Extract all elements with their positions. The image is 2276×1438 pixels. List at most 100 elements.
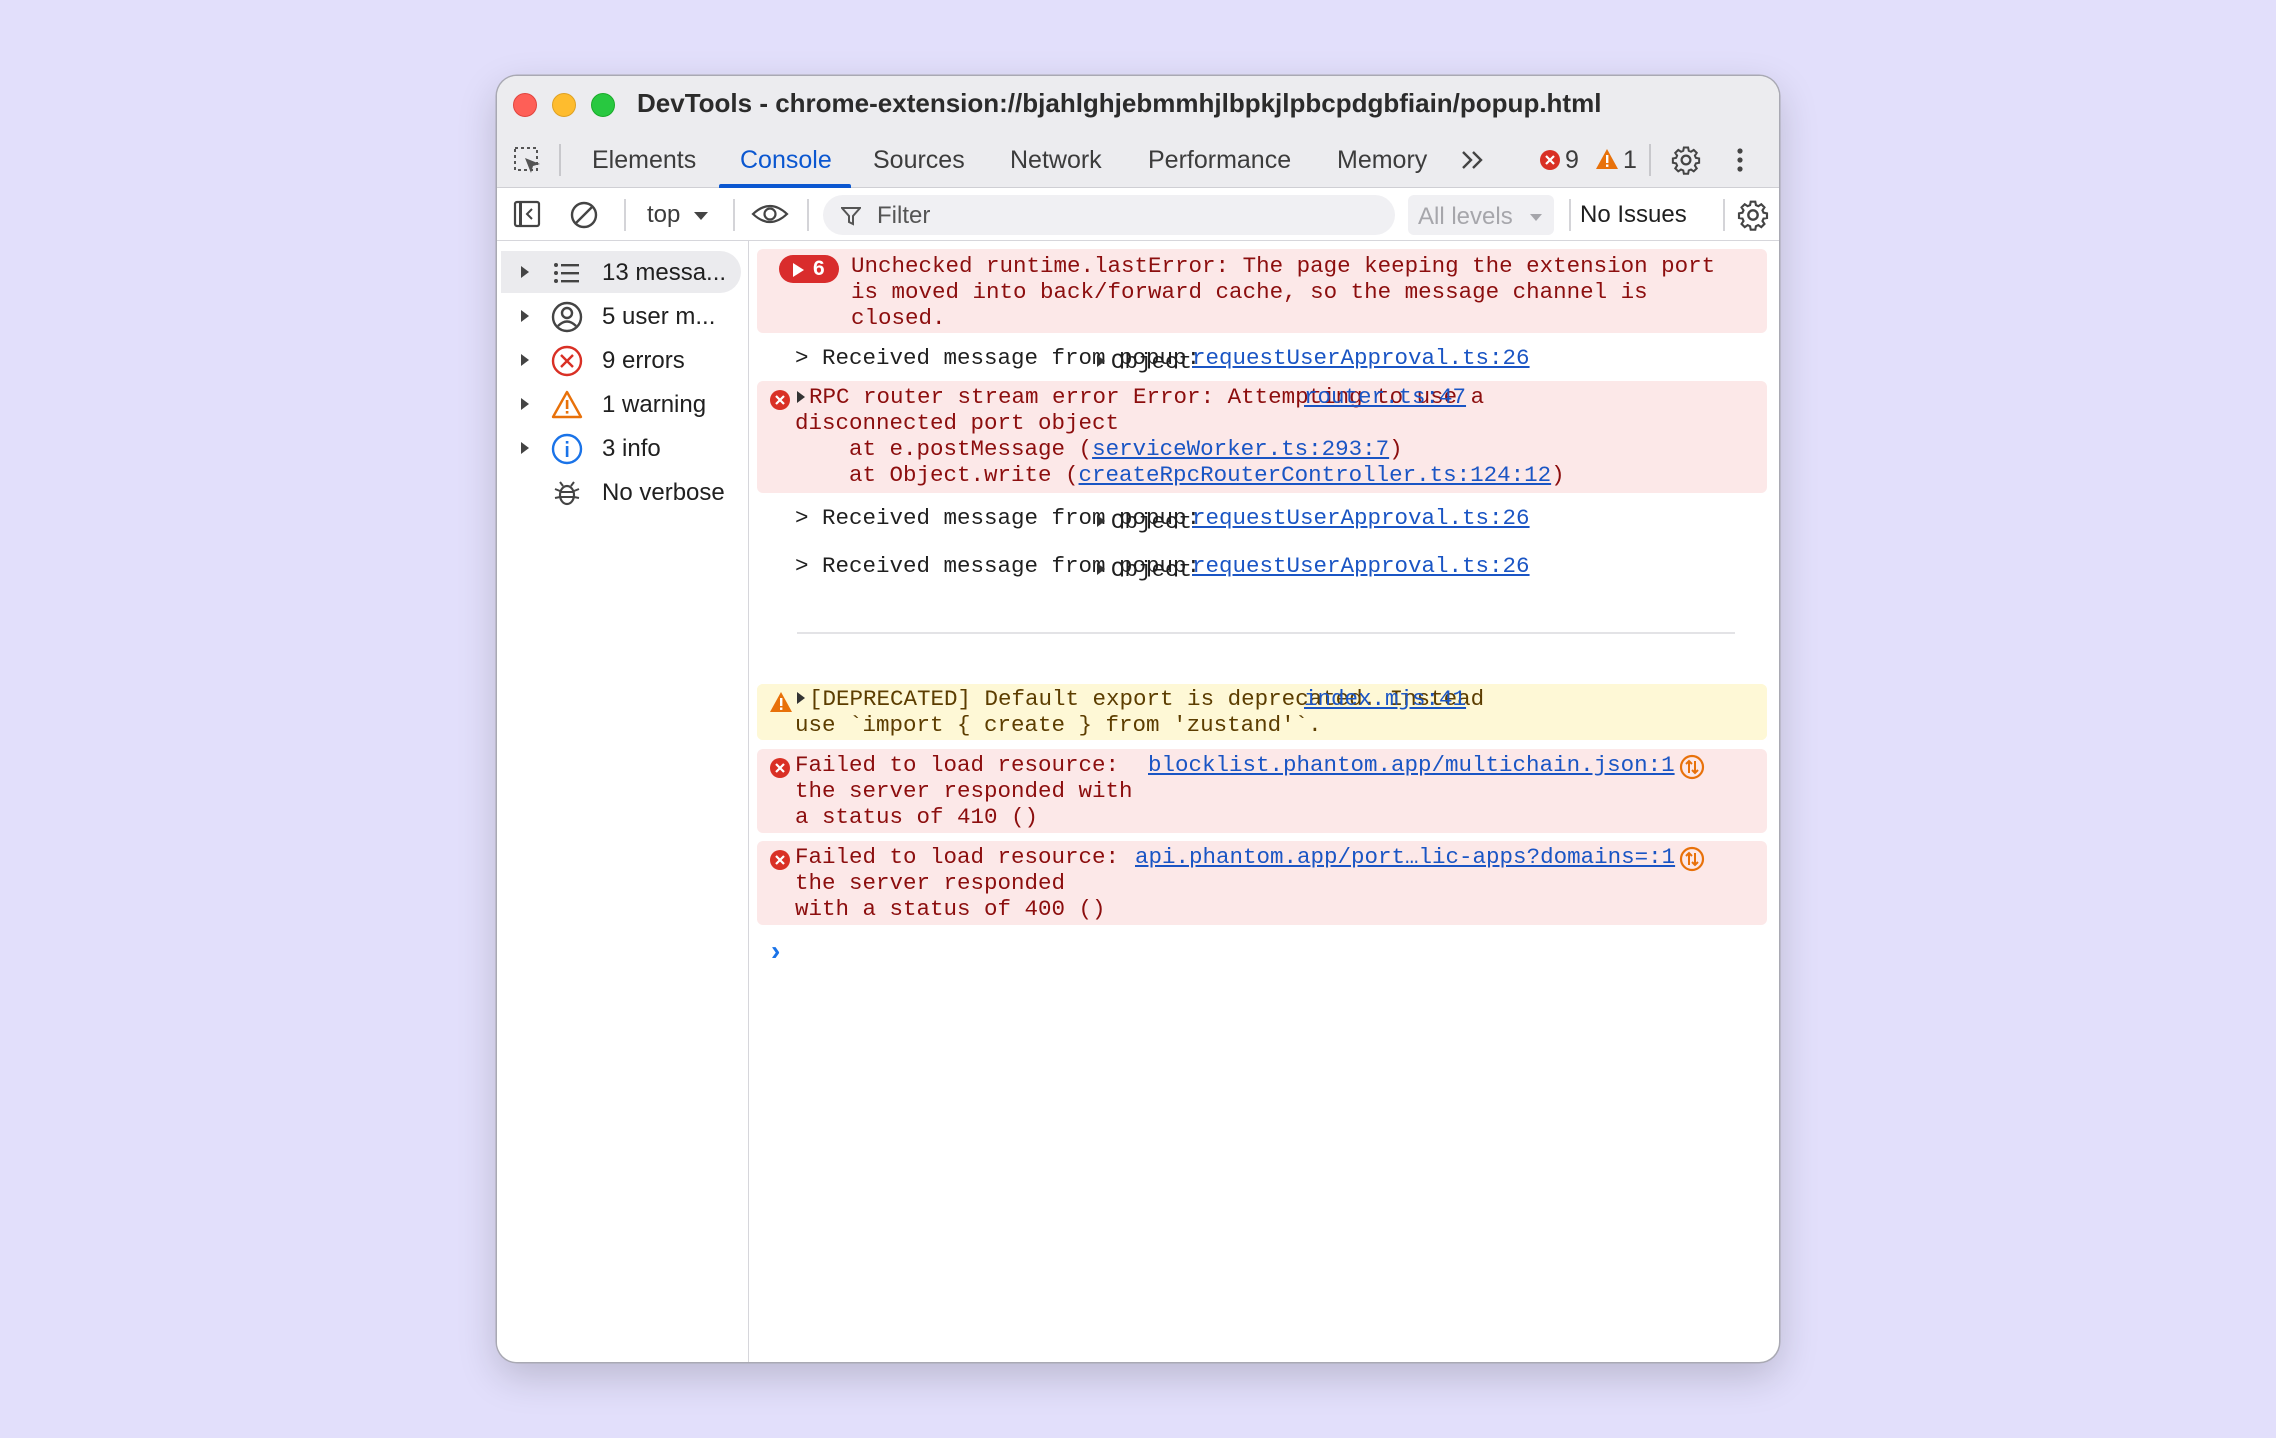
stack-frame-link[interactable]: createRpcRouterController.ts:124:12 (1079, 462, 1552, 488)
resource-link[interactable]: api.phantom.app/port…lic-apps?domains=:1 (1135, 844, 1675, 870)
expand-triangle-icon[interactable] (521, 442, 529, 454)
warning-icon (770, 692, 792, 712)
stack-frame-text: ) (1389, 436, 1403, 462)
console-log-message[interactable]: > Received message from popup: Object re… (757, 337, 1767, 377)
panel-tab-bar: Elements Console Sources Network Perform… (497, 132, 1779, 188)
message-line: is moved into back/forward cache, so the… (851, 279, 1648, 305)
message-line: Failed to load resource: (795, 844, 1120, 870)
repeat-count-badge[interactable]: 6 (779, 255, 839, 283)
issues-button[interactable]: No Issues (1580, 201, 1687, 229)
expand-triangle-icon[interactable] (521, 354, 529, 366)
live-expression-eye-icon[interactable] (751, 202, 789, 226)
filter-placeholder: Filter (877, 202, 931, 229)
sidebar-item-label: 1 warning (602, 391, 707, 418)
more-tabs-icon[interactable] (1459, 148, 1487, 172)
clear-console-icon[interactable] (569, 200, 599, 230)
warning-icon (551, 390, 583, 419)
zoom-window-button[interactable] (591, 93, 615, 117)
sidebar-item-label: 9 errors (602, 347, 685, 374)
devtools-window: DevTools - chrome-extension://bjahlghjeb… (497, 76, 1779, 1362)
network-request-icon[interactable] (1679, 846, 1705, 872)
console-warning-row[interactable]: [DEPRECATED] Default export is deprecate… (757, 684, 1767, 740)
console-error-message[interactable]: Failed to load resource: api.phantom.app… (757, 841, 1767, 925)
source-link[interactable]: requestUserApproval.ts:26 (1192, 553, 1530, 579)
log-levels-label: All levels (1418, 203, 1513, 230)
more-options-icon[interactable] (1735, 146, 1745, 174)
stack-frame: at e.postMessage ( serviceWorker.ts:293:… (795, 436, 1403, 462)
network-request-icon[interactable] (1679, 754, 1705, 780)
inspect-element-icon[interactable] (513, 146, 543, 176)
message-line: a status of 410 () (795, 804, 1039, 830)
stack-frame-text: ) (1551, 462, 1565, 488)
expand-object-triangle-icon[interactable] (1097, 563, 1105, 575)
tab-elements[interactable]: Elements (592, 146, 696, 175)
tab-memory[interactable]: Memory (1337, 146, 1427, 175)
context-selector[interactable]: top (647, 201, 680, 229)
console-error-message[interactable]: RPC router stream error Error: Attemptin… (757, 381, 1767, 493)
sidebar-item-errors[interactable]: 9 errors (497, 339, 749, 381)
message-divider (797, 632, 1735, 634)
bug-icon (554, 481, 580, 506)
sidebar-item-label: 13 messa... (602, 259, 727, 286)
sidebar-item-label: 5 user m... (602, 303, 716, 330)
expand-triangle-icon[interactable] (521, 266, 529, 278)
sidebar-item-user-messages[interactable]: 5 user m... (497, 295, 749, 337)
stack-frame-text: at e.postMessage ( (795, 436, 1093, 462)
source-link[interactable]: router.ts:47 (1304, 384, 1466, 410)
tab-sources[interactable]: Sources (873, 146, 965, 175)
expand-object-triangle-icon[interactable] (1097, 355, 1105, 367)
settings-gear-icon[interactable] (1671, 145, 1701, 175)
console-sidebar: 13 messa... 5 user m... 9 errors 1 warni… (497, 241, 749, 1362)
toggle-sidebar-icon[interactable] (513, 200, 541, 228)
message-line: use `import { create } from 'zustand'`. (795, 712, 1322, 738)
repeat-count: 6 (813, 257, 825, 280)
message-line: disconnected port object (795, 410, 1120, 436)
expand-object-triangle-icon[interactable] (1097, 515, 1105, 527)
sidebar-item-label: 3 info (602, 435, 661, 462)
filter-funnel-icon (841, 207, 861, 226)
console-settings-gear-icon[interactable] (1737, 199, 1769, 231)
error-count[interactable]: 9 (1565, 146, 1579, 175)
object-preview[interactable]: Object (1111, 557, 1192, 583)
object-preview[interactable]: Object (1111, 509, 1192, 535)
warning-count-icon[interactable] (1595, 148, 1619, 170)
tab-network[interactable]: Network (1010, 146, 1102, 175)
expand-warning-triangle-icon[interactable] (797, 692, 805, 704)
stack-frame: at Object.write ( createRpcRouterControl… (795, 462, 1565, 488)
message-line: the server responded with (795, 778, 1133, 804)
resource-link[interactable]: blocklist.phantom.app/multichain.json:1 (1148, 752, 1675, 778)
chevron-down-icon[interactable] (693, 211, 709, 221)
console-log-message[interactable]: > Received message from popup: Object re… (757, 545, 1767, 589)
stack-frame-link[interactable]: serviceWorker.ts:293:7 (1092, 436, 1389, 462)
list-icon (554, 263, 579, 283)
close-window-button[interactable] (513, 93, 537, 117)
expand-stack-triangle-icon[interactable] (797, 391, 805, 403)
levels-chevron-down-icon (1530, 214, 1542, 221)
console-error-message[interactable]: 6 Unchecked runtime.lastError: The page … (757, 249, 1767, 333)
expand-triangle-icon[interactable] (521, 398, 529, 410)
log-levels-dropdown[interactable]: All levels (1408, 195, 1554, 235)
sidebar-item-warnings[interactable]: 1 warning (497, 383, 749, 425)
minimize-window-button[interactable] (552, 93, 576, 117)
message-line: with a status of 400 () (795, 896, 1106, 922)
tab-performance[interactable]: Performance (1148, 146, 1291, 175)
console-error-message[interactable]: Failed to load resource: blocklist.phant… (757, 749, 1767, 833)
warning-count[interactable]: 1 (1623, 146, 1637, 175)
expand-triangle-icon[interactable] (521, 310, 529, 322)
title-bar: DevTools - chrome-extension://bjahlghjeb… (497, 76, 1779, 132)
source-link[interactable]: requestUserApproval.ts:26 (1192, 505, 1530, 531)
error-count-icon[interactable] (1539, 149, 1561, 171)
console-toolbar: top Filter All levels No Issues (497, 188, 1779, 241)
sidebar-item-info[interactable]: 3 info (497, 427, 749, 469)
sidebar-item-all-messages[interactable]: 13 messa... (501, 251, 741, 293)
source-link[interactable]: requestUserApproval.ts:26 (1192, 345, 1530, 371)
sidebar-item-verbose[interactable]: No verbose (497, 471, 749, 513)
user-icon (551, 301, 583, 333)
source-link[interactable]: index.mjs:41 (1304, 686, 1466, 712)
message-line: closed. (851, 305, 946, 331)
object-preview[interactable]: Object (1111, 349, 1192, 375)
tab-console[interactable]: Console (740, 146, 832, 175)
console-prompt-input[interactable]: › (771, 935, 1751, 975)
filter-input[interactable]: Filter (823, 195, 1395, 235)
console-log-message[interactable]: > Received message from popup: Object re… (757, 497, 1767, 541)
